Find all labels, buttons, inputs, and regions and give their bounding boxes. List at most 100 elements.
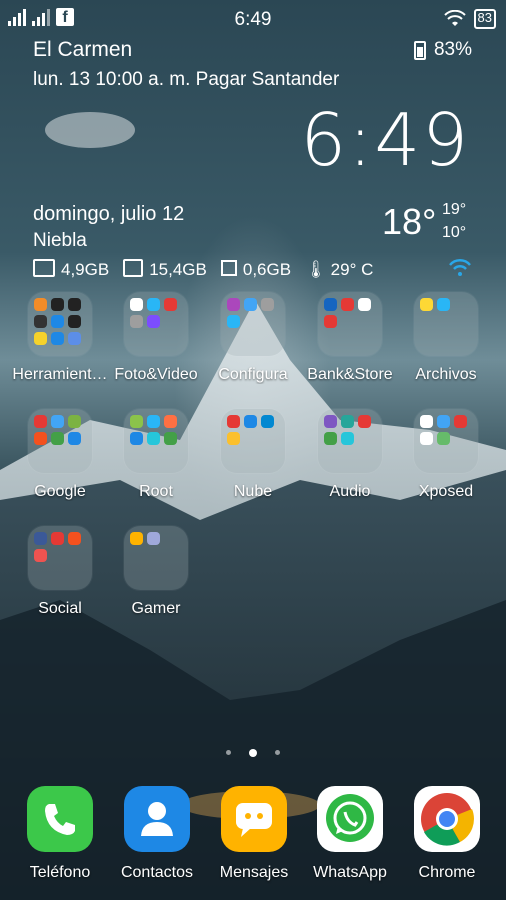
folder-app-icon	[130, 315, 143, 328]
widget-clock[interactable]: 6:49	[300, 100, 470, 180]
folder-label: Google	[34, 483, 86, 500]
contactos-app[interactable]	[124, 786, 190, 852]
folder-app-icon	[34, 432, 47, 445]
folder-app-icon	[358, 298, 371, 311]
teléfono-app[interactable]	[27, 786, 93, 852]
folder-app-icon	[34, 549, 47, 562]
folder-app-icon	[454, 415, 467, 428]
folder-app-icon	[437, 415, 450, 428]
folder-app-icon	[130, 298, 143, 311]
folder-app-icon	[68, 315, 81, 328]
folder-bank-store[interactable]	[318, 292, 382, 356]
folder-app-icon	[227, 432, 240, 445]
widget-location[interactable]: El Carmen	[33, 38, 132, 62]
folder-app-icon	[244, 298, 257, 311]
dock-app-label: Mensajes	[219, 864, 289, 881]
folder-app-icon	[261, 298, 274, 311]
folder-label: Archivos	[415, 366, 477, 383]
chrome-app[interactable]	[414, 786, 480, 852]
folder-app-icon	[358, 415, 371, 428]
widget-temp-low: 10°	[442, 224, 467, 241]
ram-stat: 4,9GB	[33, 259, 109, 280]
folder-app-icon	[34, 532, 47, 545]
folder-app-icon	[164, 432, 177, 445]
widget-battery: 83%	[413, 39, 472, 61]
battery-percent: 83%	[433, 39, 472, 60]
folder-app-icon	[164, 415, 177, 428]
folder-foto-video[interactable]	[124, 292, 188, 356]
folder-app-icon	[437, 298, 450, 311]
folder-google[interactable]	[28, 409, 92, 473]
folder-archivos[interactable]	[414, 292, 478, 356]
mensajes-app[interactable]	[221, 786, 287, 852]
folder-app-icon	[244, 415, 257, 428]
status-time: 6:49	[234, 9, 272, 30]
folder-app-icon	[324, 298, 337, 311]
folder-app-icon	[147, 415, 160, 428]
storage-stat: 15,4GB	[123, 259, 207, 280]
folder-app-icon	[437, 432, 450, 445]
folder-app-icon	[420, 415, 433, 428]
folder-audio[interactable]	[318, 409, 382, 473]
folder-app-icon	[51, 432, 64, 445]
wifi-icon	[449, 259, 471, 276]
folder-label: Root	[139, 483, 173, 500]
status-bar: f 6:49 83	[0, 0, 506, 36]
folder-root[interactable]	[124, 409, 188, 473]
folder-app-icon	[324, 315, 337, 328]
thermometer-icon: 🌡	[305, 259, 327, 279]
dock-app-label: Teléfono	[29, 864, 91, 881]
cpu-icon	[220, 259, 237, 276]
dock-app-label: WhatsApp	[313, 864, 387, 881]
folder-label: Gamer	[131, 600, 181, 617]
folder-app-icon	[341, 432, 354, 445]
folder-label: Nube	[233, 483, 273, 500]
page-dot[interactable]	[249, 749, 257, 757]
folder-app-icon	[68, 432, 81, 445]
widget-calendar-event[interactable]: lun. 13 10:00 a. m. Pagar Santander	[33, 69, 339, 91]
dock-app-label: Chrome	[418, 864, 476, 881]
contacts-icon	[124, 802, 190, 856]
folder-app-icon	[51, 332, 64, 345]
wifi-icon	[443, 10, 466, 26]
folder-app-icon	[420, 432, 433, 445]
folder-gamer[interactable]	[124, 526, 188, 590]
folder-app-icon	[147, 298, 160, 311]
page-dot[interactable]	[275, 750, 280, 755]
folder-app-icon	[68, 532, 81, 545]
folder-app-icon	[68, 332, 81, 345]
folder-label: Audio	[329, 483, 371, 500]
widget-date: domingo, julio 12	[33, 203, 185, 225]
folder-xposed[interactable]	[414, 409, 478, 473]
folder-configura[interactable]	[221, 292, 285, 356]
folder-app-icon	[51, 298, 64, 311]
folder-app-icon	[130, 532, 143, 545]
folder-app-icon	[34, 415, 47, 428]
folder-label: Configura	[218, 366, 288, 383]
widget-weather-condition: Niebla	[33, 230, 87, 251]
phone-icon	[27, 804, 93, 856]
folder-app-icon	[341, 298, 354, 311]
folder-social[interactable]	[28, 526, 92, 590]
folder-app-icon	[51, 315, 64, 328]
folder-app-icon	[324, 415, 337, 428]
battery-icon	[413, 40, 426, 60]
folder-nube[interactable]	[221, 409, 285, 473]
folder-app-icon	[34, 315, 47, 328]
folder-app-icon	[227, 415, 240, 428]
folder-app-icon	[324, 432, 337, 445]
folder-app-icon	[130, 432, 143, 445]
folder-app-icon	[227, 315, 240, 328]
folder-app-icon	[227, 298, 240, 311]
folder-app-icon	[261, 415, 274, 428]
folder-label: Xposed	[418, 483, 474, 500]
folder-app-icon	[147, 532, 160, 545]
folder-app-icon	[68, 415, 81, 428]
folder-app-icon	[34, 298, 47, 311]
folder-herramientas[interactable]	[28, 292, 92, 356]
widget-temperature[interactable]: 18°	[382, 201, 436, 243]
page-dot[interactable]	[226, 750, 231, 755]
folder-app-icon	[147, 315, 160, 328]
folder-app-icon	[420, 298, 433, 311]
whatsapp-app[interactable]	[317, 786, 383, 852]
